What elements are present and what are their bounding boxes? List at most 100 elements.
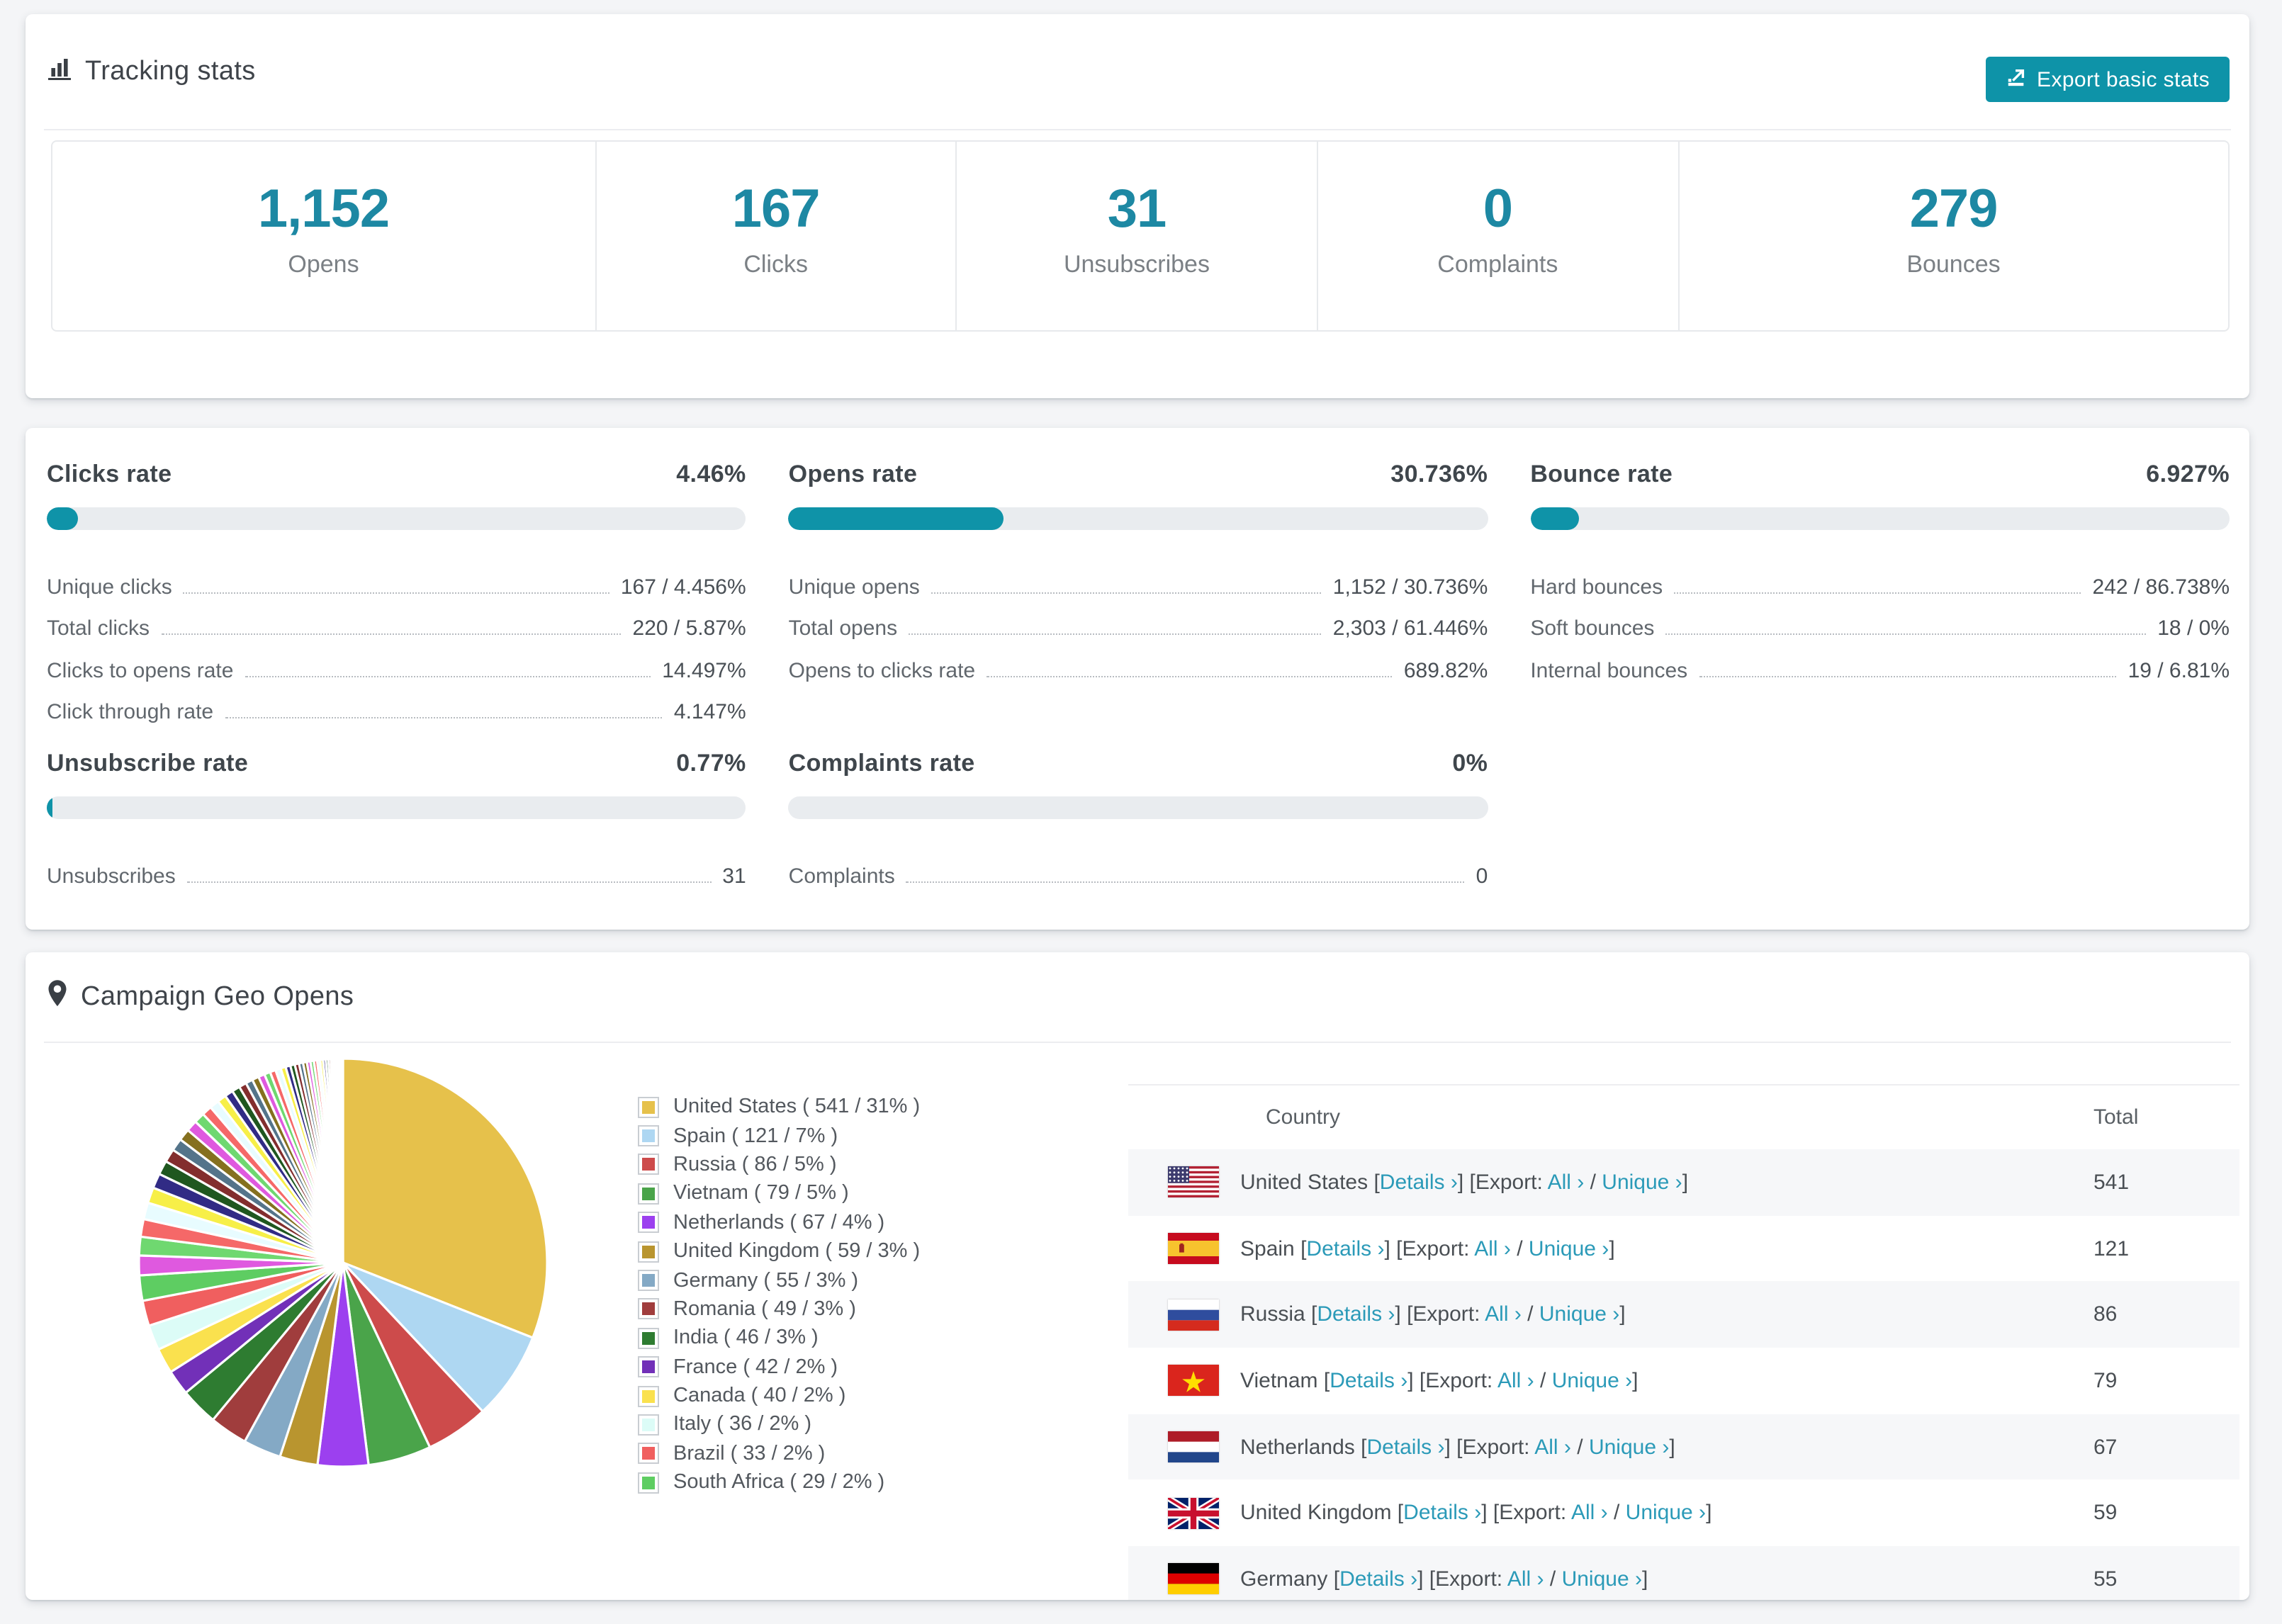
details-link[interactable]: Details › (1306, 1236, 1384, 1261)
rate-header: Bounce rate 6.927% (1530, 461, 2230, 489)
detail-value: 0 (1476, 864, 1488, 888)
rate-value: 6.927% (2146, 461, 2230, 487)
legend-item-netherlands: Netherlands ( 67 / 4% ) (638, 1208, 920, 1237)
details-link[interactable]: Details › (1380, 1171, 1458, 1195)
flag-icon-de (1168, 1563, 1219, 1595)
export-unique-link[interactable]: Unique › (1562, 1567, 1642, 1591)
country-cell: United Kingdom [Details ›] [Export: All … (1128, 1497, 2093, 1529)
page-title: Tracking stats (85, 56, 256, 86)
legend-item-india: India ( 46 / 3% ) (638, 1324, 920, 1353)
details-link[interactable]: Details › (1366, 1435, 1444, 1459)
legend-label: Germany ( 55 / 3% ) (673, 1269, 859, 1292)
export-unique-link[interactable]: Unique › (1626, 1501, 1706, 1526)
stat-label: Bounces (1906, 251, 2001, 278)
legend-swatch (638, 1356, 659, 1378)
slash-text: / (1544, 1567, 1562, 1591)
slash-text: / (1534, 1368, 1552, 1393)
table-row-us: United States [Details ›] [Export: All ›… (1128, 1149, 2239, 1216)
country-cell: Netherlands [Details ›] [Export: All › /… (1128, 1431, 2093, 1463)
export-basic-stats-button[interactable]: Export basic stats (1986, 57, 2230, 102)
details-link[interactable]: Details › (1330, 1369, 1407, 1393)
country-name: Spain [ (1240, 1236, 1307, 1261)
bracket-close-text: ] (1619, 1302, 1626, 1327)
rate-detail-row: Clicks to opens rate 14.497% (47, 641, 746, 682)
export-unique-link[interactable]: Unique › (1529, 1236, 1609, 1261)
details-link[interactable]: Details › (1339, 1567, 1417, 1591)
rates-card: Clicks rate 4.46% Unique clicks 167 / 4.456… (26, 428, 2249, 930)
stat-box-bounces: 279 Bounces (1677, 142, 2228, 330)
export-all-link[interactable]: All › (1507, 1567, 1544, 1591)
total-cell: 541 (2093, 1170, 2130, 1195)
export-all-link[interactable]: All › (1548, 1171, 1585, 1195)
bracket-text: ] [Export: (1417, 1567, 1507, 1591)
export-unique-link[interactable]: Unique › (1552, 1369, 1632, 1393)
legend-swatch (638, 1154, 659, 1175)
export-all-link[interactable]: All › (1485, 1302, 1522, 1326)
dotted-leader (909, 633, 1322, 635)
export-all-link[interactable]: All › (1497, 1369, 1534, 1393)
export-unique-link[interactable]: Unique › (1589, 1435, 1669, 1459)
detail-value: 18 / 0% (2157, 616, 2230, 641)
country-name: United States [ (1240, 1170, 1380, 1195)
country-name: United Kingdom [ (1240, 1501, 1404, 1526)
country-links-text: United Kingdom [Details ›] [Export: All … (1240, 1501, 1712, 1526)
export-icon (2006, 66, 2027, 93)
dashboard-page: Tracking stats Export basic stats 1,152 O… (0, 0, 2282, 1624)
legend-item-italy: Italy ( 36 / 2% ) (638, 1411, 920, 1440)
legend-swatch (638, 1414, 659, 1436)
detail-value: 167 / 4.456% (620, 575, 746, 599)
bracket-close-text: ] (1706, 1501, 1712, 1526)
dotted-leader (987, 675, 1393, 677)
detail-value: 19 / 6.81% (2128, 658, 2230, 682)
detail-label: Clicks to opens rate (47, 658, 234, 682)
rate-detail-row: Opens to clicks rate 689.82% (789, 641, 1488, 682)
legend-label: India ( 46 / 3% ) (673, 1326, 819, 1350)
country-cell: Vietnam [Details ›] [Export: All › / Uni… (1128, 1365, 2093, 1397)
dotted-leader (186, 881, 712, 882)
stat-label: Opens (288, 251, 359, 278)
legend-item-france: France ( 42 / 2% ) (638, 1353, 920, 1382)
export-button-label: Export basic stats (2037, 67, 2210, 91)
bracket-text: ] [Export: (1395, 1302, 1485, 1327)
export-all-link[interactable]: All › (1571, 1501, 1608, 1526)
total-cell: 79 (2093, 1368, 2118, 1393)
details-link[interactable]: Details › (1403, 1501, 1481, 1526)
rate-title: Unsubscribe rate (47, 750, 249, 777)
rate-detail-row: Unique opens 1,152 / 30.736% (789, 557, 1488, 599)
details-link[interactable]: Details › (1317, 1302, 1395, 1326)
detail-label: Complaints (788, 864, 895, 888)
bracket-close-text: ] (1609, 1236, 1615, 1261)
total-cell: 67 (2093, 1435, 2118, 1460)
legend-swatch (638, 1212, 659, 1234)
geo-header: Campaign Geo Opens (47, 952, 2228, 1042)
detail-label: Click through rate (47, 700, 214, 724)
country-cell: Germany [Details ›] [Export: All › / Uni… (1128, 1563, 2093, 1595)
flag-icon-vn (1168, 1365, 1219, 1397)
legend-swatch (638, 1472, 659, 1494)
rate-detail-row: Unique clicks 167 / 4.456% (47, 557, 746, 599)
legend-label: France ( 42 / 2% ) (673, 1355, 838, 1379)
export-all-link[interactable]: All › (1474, 1236, 1511, 1261)
flag-icon-ru (1168, 1299, 1219, 1331)
export-unique-link[interactable]: Unique › (1602, 1171, 1682, 1195)
dotted-leader (244, 675, 651, 677)
rate-detail-rows: Unsubscribes 31 (47, 846, 746, 888)
export-unique-link[interactable]: Unique › (1539, 1302, 1619, 1326)
legend-label: Italy ( 36 / 2% ) (673, 1413, 812, 1436)
slash-text: / (1584, 1170, 1602, 1195)
rate-value: 4.46% (676, 461, 746, 487)
legend-label: Vietnam ( 79 / 5% ) (673, 1182, 849, 1205)
geo-table-header: Country Total (1128, 1086, 2239, 1149)
flag-icon-nl (1168, 1431, 1219, 1463)
rate-title: Complaints rate (788, 750, 975, 777)
flag-icon-gb (1168, 1497, 1219, 1529)
legend-swatch (638, 1125, 659, 1147)
export-all-link[interactable]: All › (1534, 1435, 1571, 1459)
rate-section-bounce-rate: Bounce rate 6.927% Hard bounces 242 / 86.73… (1530, 428, 2230, 724)
legend-swatch (638, 1443, 659, 1465)
legend-label: Romania ( 49 / 3% ) (673, 1297, 856, 1321)
rate-detail-row: Hard bounces 242 / 86.738% (1530, 557, 2230, 599)
stat-value: 279 (1909, 180, 1999, 239)
total-cell: 59 (2093, 1501, 2118, 1526)
bracket-text: ] [Export: (1444, 1435, 1535, 1460)
